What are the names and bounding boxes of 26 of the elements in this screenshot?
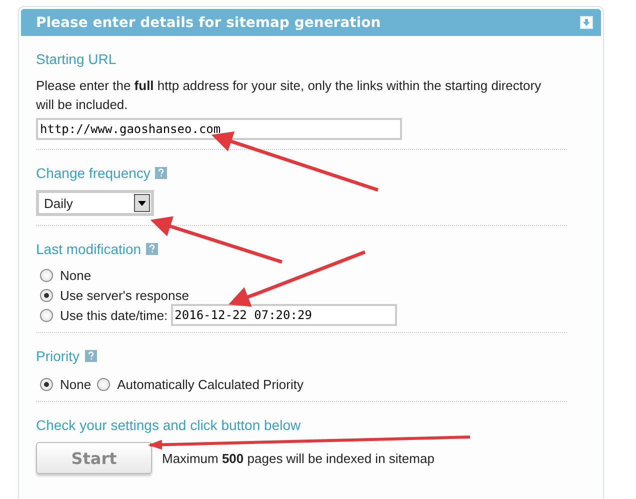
radio-button[interactable] [97,378,110,390]
radio-button[interactable] [40,308,53,322]
section-heading: Last modification [36,241,142,257]
section-heading: Change frequency [36,165,150,181]
section-heading: Priority [36,348,80,364]
description-text: Please enter the full http address for your site, only the links within the starting directory will be included. [36,77,542,114]
frequency-dropdown[interactable]: Daily [36,190,154,216]
radio-button[interactable] [40,378,53,390]
option-label: Use this date/time: [60,308,168,322]
panel-title: Please enter details for sitemap generation [36,14,381,30]
collapse-icon[interactable] [580,16,593,29]
option-label: None [60,268,92,282]
section-heading: Check your settings and click button below [36,417,301,433]
help-icon[interactable] [146,243,158,255]
note-text: Maximum 500 pages will be indexed in sitemap [162,450,434,466]
option-label: None [60,376,92,392]
help-icon[interactable] [155,167,168,179]
option-label: Use server's response [60,288,189,302]
section-heading: Starting URL [36,51,116,67]
radio-button[interactable] [40,288,53,302]
caret-icon [134,194,150,212]
url-field[interactable]: http://www.gaoshanseo.com [36,118,402,140]
help-icon[interactable] [84,350,97,362]
radio-button[interactable] [40,268,53,282]
option-label: Automatically Calculated Priority [117,376,304,392]
date-field[interactable]: 2016-12-22 07:20:29 [170,304,397,326]
